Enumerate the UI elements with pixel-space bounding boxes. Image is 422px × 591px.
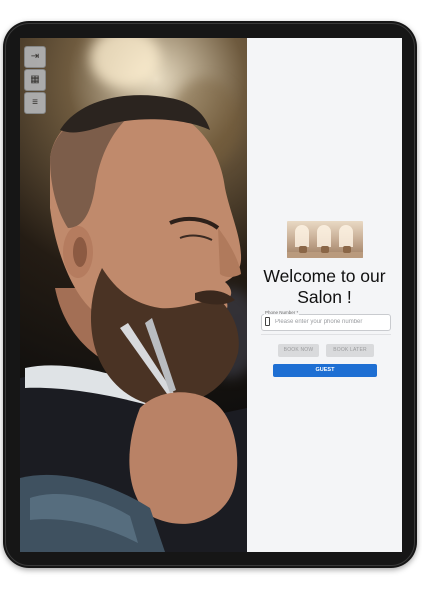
calendar-icon: ▦ — [30, 74, 40, 85]
welcome-line-1: Welcome to our — [263, 266, 386, 286]
login-icon: ⇥ — [30, 51, 40, 62]
welcome-heading: Welcome to our Salon ! — [247, 266, 402, 308]
sidebar-calendar-button[interactable]: ▦ — [24, 69, 46, 91]
menu-icon: ≡ — [32, 97, 38, 108]
welcome-panel: Welcome to our Salon ! Phone Number * BO… — [247, 38, 402, 552]
divider — [261, 334, 391, 335]
salon-logo-image — [287, 221, 363, 258]
sidebar-menu-button[interactable]: ≡ — [24, 92, 46, 114]
guest-button[interactable]: GUEST — [273, 364, 377, 377]
book-later-button[interactable]: BOOK LATER — [326, 344, 374, 357]
welcome-line-2: Salon ! — [297, 287, 352, 307]
tablet-frame: ⇥ ▦ ≡ Welcome to our Salon ! Phone Numbe… — [3, 21, 417, 568]
book-now-button[interactable]: BOOK NOW — [278, 344, 319, 357]
hero-photo-barber — [20, 38, 247, 552]
phone-number-input[interactable] — [275, 317, 385, 326]
app-screen: ⇥ ▦ ≡ Welcome to our Salon ! Phone Numbe… — [20, 38, 402, 552]
phone-number-label: Phone Number * — [264, 310, 300, 315]
barber-illustration — [20, 95, 247, 552]
phone-icon — [265, 317, 270, 326]
sidebar-login-button[interactable]: ⇥ — [24, 46, 46, 68]
